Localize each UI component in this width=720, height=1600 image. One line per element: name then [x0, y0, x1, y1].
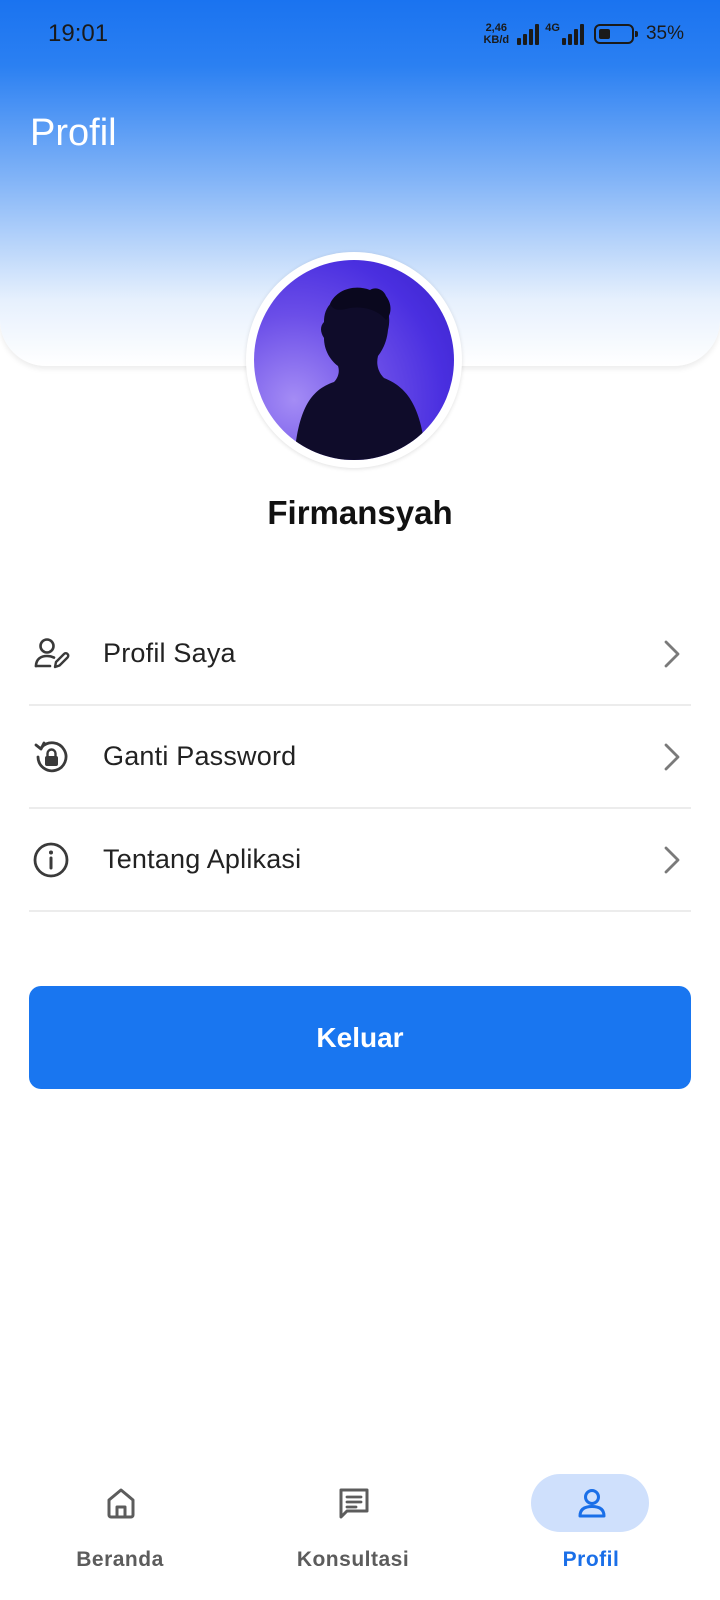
battery-level [598, 29, 610, 39]
user-edit-icon [34, 637, 70, 668]
nav-label: Beranda [76, 1548, 164, 1571]
info-icon [33, 842, 69, 877]
nav-label: Profil [562, 1548, 620, 1571]
signal-icon [517, 23, 540, 45]
status-time: 19:01 [48, 20, 109, 47]
status-indicators: 2,46 KB/d 4G 35% [481, 17, 684, 51]
nav-item-profil[interactable]: Profil [511, 1474, 671, 1584]
menu-item-tentang-aplikasi[interactable]: Tentang Aplikasi [29, 809, 691, 912]
logout-button[interactable]: Keluar [29, 986, 691, 1089]
page-title: Profil [30, 112, 117, 154]
chevron-right-icon [664, 846, 680, 873]
chevron-right-icon [664, 640, 680, 667]
network-speed-unit: KB/d [483, 34, 510, 46]
nav-item-beranda[interactable]: Beranda [40, 1474, 200, 1584]
chat-icon [339, 1488, 369, 1519]
chevron-right-icon [664, 743, 680, 770]
menu-item-label: Ganti Password [103, 741, 297, 771]
nav-item-konsultasi[interactable]: Konsultasi [273, 1474, 433, 1584]
user-name: Firmansyah [267, 494, 453, 531]
menu-item-label: Tentang Aplikasi [103, 844, 302, 874]
menu-item-label: Profil Saya [103, 638, 236, 668]
battery-icon [593, 24, 638, 44]
profile-screen: 19:01 2,46 KB/d 4G 35% Profil Firmansyah… [0, 0, 720, 1600]
nav-label: Konsultasi [296, 1548, 410, 1571]
bottom-navigation: Beranda Konsultasi Profil [0, 1452, 720, 1600]
network-type: 4G [545, 22, 560, 34]
signal-4g-icon: 4G [545, 23, 584, 45]
profile-menu: Profil Saya Ganti Password Tentang Aplik… [29, 603, 691, 912]
network-speed: 2,46 KB/d [481, 22, 511, 46]
battery-percent: 35% [645, 23, 684, 44]
avatar[interactable] [254, 260, 454, 460]
menu-item-profil-saya[interactable]: Profil Saya [29, 603, 691, 706]
home-icon [107, 1488, 135, 1519]
avatar-frame [246, 252, 462, 468]
menu-item-ganti-password[interactable]: Ganti Password [29, 706, 691, 809]
person-silhouette-icon [294, 287, 426, 460]
network-speed-value: 2,46 [485, 22, 507, 34]
lock-reset-icon [34, 740, 68, 772]
person-icon [578, 1489, 606, 1518]
status-bar: 19:01 2,46 KB/d 4G 35% [0, 0, 720, 68]
